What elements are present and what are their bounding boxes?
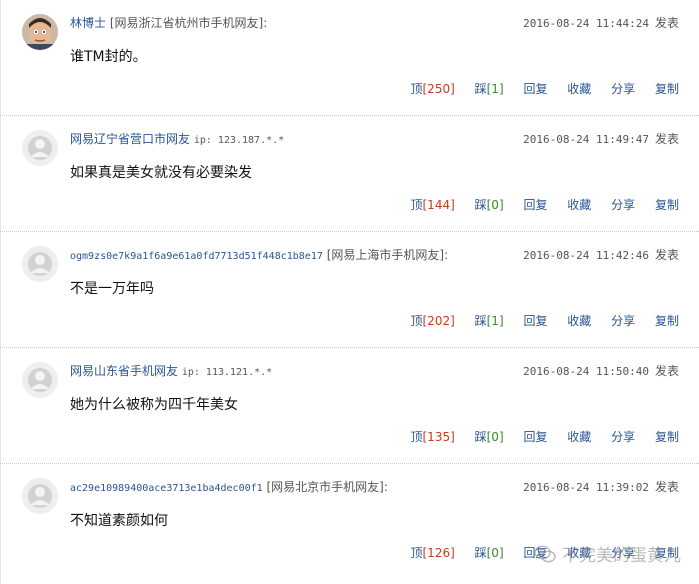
share-button[interactable]: 分享 [611, 198, 635, 212]
comment-item: 网易辽宁省营口市网友 ip: 123.187.*.* 2016-08-24 11… [0, 116, 699, 232]
user-name-link[interactable]: ac29e10989400ace3713e1ba4dec00f1 [70, 483, 263, 494]
upvote-count: [250] [422, 82, 455, 96]
publish-label: 发表 [654, 16, 679, 30]
comment-meta: 网易辽宁省营口市网友 ip: 123.187.*.* [70, 131, 284, 149]
upvote-button[interactable]: 顶[250] [410, 82, 454, 96]
upvote-button[interactable]: 顶[126] [410, 546, 454, 560]
upvote-label: 顶 [410, 546, 423, 560]
user-name-link[interactable]: 网易辽宁省营口市网友 [70, 132, 190, 146]
user-location: [网易北京市手机网友]: [266, 480, 388, 494]
comment-time: 2016-08-24 11:44:24 发表 [523, 15, 679, 32]
user-name-link[interactable]: 林博士 [70, 16, 106, 30]
share-button[interactable]: 分享 [611, 430, 635, 444]
downvote-button[interactable]: 踩[0] [475, 198, 504, 212]
downvote-button[interactable]: 踩[1] [475, 82, 504, 96]
user-location: [网易浙江省杭州市手机网友]: [109, 16, 268, 30]
downvote-button[interactable]: 踩[1] [475, 314, 504, 328]
comment-text: 不是一万年吗 [70, 281, 154, 297]
upvote-button[interactable]: 顶[144] [410, 198, 454, 212]
favorite-button[interactable]: 收藏 [567, 314, 591, 328]
comment-meta: 林博士 [网易浙江省杭州市手机网友]: [70, 15, 267, 31]
comment-text: 不知道素颜如何 [70, 513, 168, 529]
upvote-count: [144] [422, 198, 455, 212]
share-button[interactable]: 分享 [611, 314, 635, 328]
comment-time: 2016-08-24 11:42:46 发表 [523, 247, 679, 264]
user-name-link[interactable]: 网易山东省手机网友 [70, 364, 178, 378]
upvote-count: [202] [422, 314, 455, 328]
upvote-label: 顶 [410, 82, 423, 96]
timestamp: 2016-08-24 11:49:47 [523, 133, 649, 146]
downvote-count: [0] [486, 198, 504, 212]
comment-text: 如果真是美女就没有必要染发 [70, 165, 252, 181]
downvote-button[interactable]: 踩[0] [475, 546, 504, 560]
timestamp: 2016-08-24 11:42:46 [523, 249, 649, 262]
comment-list: 林博士 [网易浙江省杭州市手机网友]: 2016-08-24 11:44:24 发… [0, 0, 699, 580]
upvote-count: [126] [422, 546, 455, 560]
publish-label: 发表 [654, 480, 679, 494]
upvote-label: 顶 [410, 314, 423, 328]
comment-actions: 顶[135] 踩[0] 回复 收藏 分享 复制 [410, 429, 679, 445]
upvote-count: [135] [422, 430, 455, 444]
comment-item: ogm9zs0e7k9a1f6a9e61a0fd7713d51f448c1b8e… [0, 232, 699, 348]
timestamp: 2016-08-24 11:44:24 [523, 17, 649, 30]
copy-button[interactable]: 复制 [655, 430, 679, 444]
copy-button[interactable]: 复制 [655, 314, 679, 328]
upvote-label: 顶 [410, 430, 423, 444]
comment-item: 网易山东省手机网友 ip: 113.121.*.* 2016-08-24 11:… [0, 348, 699, 464]
downvote-label: 踩 [474, 430, 487, 444]
publish-label: 发表 [654, 364, 679, 378]
downvote-label: 踩 [474, 198, 487, 212]
user-location: [网易上海市手机网友]: [326, 248, 449, 262]
comment-meta: 网易山东省手机网友 ip: 113.121.*.* [70, 363, 272, 381]
comment-item: 林博士 [网易浙江省杭州市手机网友]: 2016-08-24 11:44:24 发… [0, 0, 699, 116]
downvote-count: [0] [486, 546, 504, 560]
publish-label: 发表 [654, 132, 679, 146]
comment-actions: 顶[202] 踩[1] 回复 收藏 分享 复制 [410, 313, 679, 329]
user-photo-avatar[interactable] [22, 14, 58, 50]
copy-button[interactable]: 复制 [655, 82, 679, 96]
downvote-count: [1] [486, 82, 504, 96]
share-button[interactable]: 分享 [611, 82, 635, 96]
watermark-text: 不完美的蛋黄儿 [562, 546, 681, 566]
comment-actions: 顶[144] 踩[0] 回复 收藏 分享 复制 [410, 197, 679, 213]
user-name-link[interactable]: ogm9zs0e7k9a1f6a9e61a0fd7713d51f448c1b8e… [70, 251, 323, 262]
downvote-button[interactable]: 踩[0] [475, 430, 504, 444]
user-ip: ip: 113.121.*.* [181, 367, 273, 378]
default-avatar-icon[interactable] [22, 362, 58, 398]
user-ip: ip: 123.187.*.* [193, 135, 285, 146]
downvote-label: 踩 [474, 314, 487, 328]
comment-text: 谁TM封的。 [70, 49, 147, 65]
favorite-button[interactable]: 收藏 [567, 430, 591, 444]
comment-text: 她为什么被称为四千年美女 [70, 397, 238, 413]
comment-time: 2016-08-24 11:50:40 发表 [523, 363, 679, 380]
timestamp: 2016-08-24 11:39:02 [523, 481, 649, 494]
favorite-button[interactable]: 收藏 [567, 82, 591, 96]
watermark: 不完美的蛋黄儿 [534, 541, 681, 566]
favorite-button[interactable]: 收藏 [567, 198, 591, 212]
wechat-icon [534, 545, 556, 562]
comment-time: 2016-08-24 11:39:02 发表 [523, 479, 679, 496]
reply-button[interactable]: 回复 [523, 314, 547, 328]
reply-button[interactable]: 回复 [523, 82, 547, 96]
downvote-count: [1] [486, 314, 504, 328]
downvote-label: 踩 [474, 546, 487, 560]
comment-meta: ac29e10989400ace3713e1ba4dec00f1 [网易北京市手… [70, 479, 388, 497]
comment-meta: ogm9zs0e7k9a1f6a9e61a0fd7713d51f448c1b8e… [70, 247, 448, 265]
downvote-count: [0] [486, 430, 504, 444]
upvote-button[interactable]: 顶[135] [410, 430, 454, 444]
default-avatar-icon[interactable] [22, 246, 58, 282]
publish-label: 发表 [654, 248, 679, 262]
comment-actions: 顶[250] 踩[1] 回复 收藏 分享 复制 [410, 81, 679, 97]
default-avatar-icon[interactable] [22, 478, 58, 514]
default-avatar-icon[interactable] [22, 130, 58, 166]
reply-button[interactable]: 回复 [523, 198, 547, 212]
upvote-label: 顶 [410, 198, 423, 212]
comment-time: 2016-08-24 11:49:47 发表 [523, 131, 679, 148]
upvote-button[interactable]: 顶[202] [410, 314, 454, 328]
timestamp: 2016-08-24 11:50:40 [523, 365, 649, 378]
downvote-label: 踩 [474, 82, 487, 96]
copy-button[interactable]: 复制 [655, 198, 679, 212]
reply-button[interactable]: 回复 [523, 430, 547, 444]
